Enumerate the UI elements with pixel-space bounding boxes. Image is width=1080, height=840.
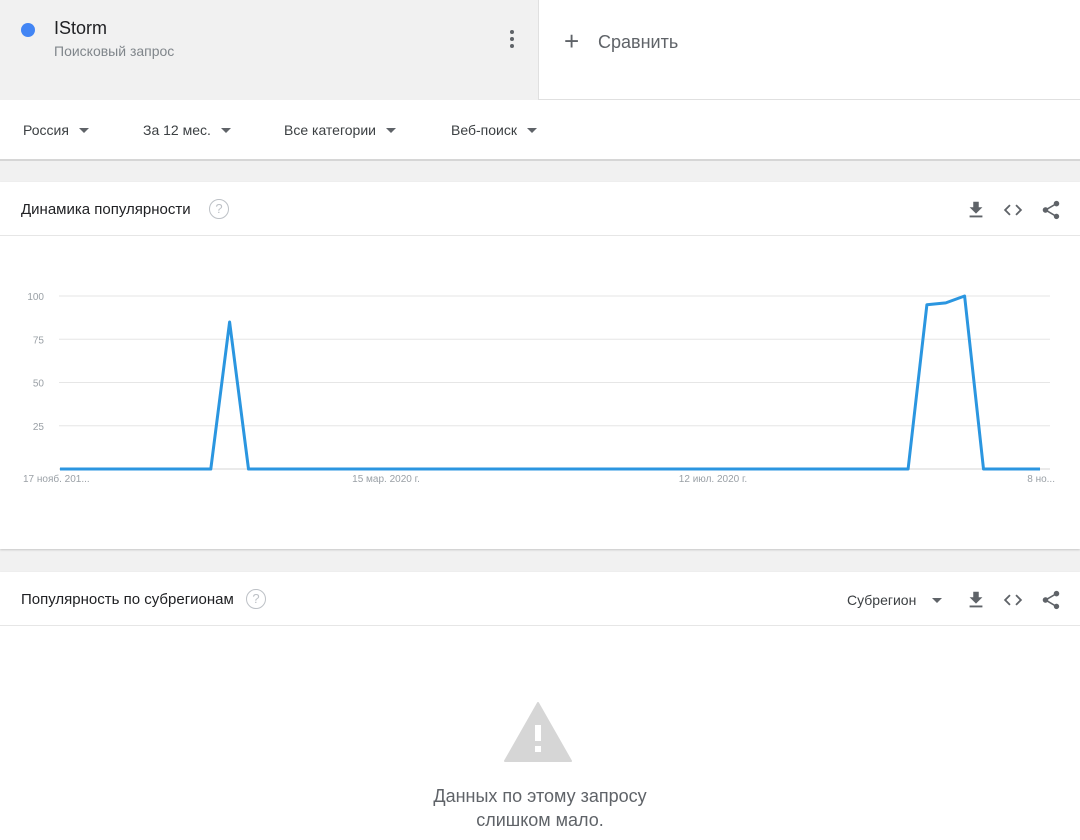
download-icon[interactable]	[965, 199, 987, 221]
term-name: IStorm	[54, 18, 108, 38]
subregion-dropdown-label: Субрегион	[847, 592, 917, 608]
search-type-filter-label: Веб-поиск	[451, 122, 517, 138]
compare-button[interactable]: + Сравнить	[538, 0, 1080, 100]
search-type-filter[interactable]: Веб-поиск	[451, 122, 537, 138]
time-filter[interactable]: За 12 мес.	[143, 122, 231, 138]
caret-down-icon	[932, 597, 943, 603]
warning-icon	[504, 702, 572, 762]
card-header: Популярность по субрегионам ? Субрегион	[0, 572, 1080, 626]
x-tick-label: 15 мар. 2020 г.	[352, 474, 420, 485]
embed-code-icon[interactable]	[1002, 199, 1024, 221]
embed-code-icon[interactable]	[1002, 589, 1024, 611]
y-tick-label: 50	[33, 379, 45, 390]
share-icon[interactable]	[1040, 199, 1062, 221]
time-filter-label: За 12 мес.	[143, 122, 211, 138]
card-header: Динамика популярности ?	[0, 182, 1080, 236]
category-filter[interactable]: Все категории	[284, 122, 396, 138]
caret-down-icon	[385, 127, 396, 133]
trend-chart-svg: 100 75 50 25 17 нояб. 201... 15 мар. 2020 г. 1…	[23, 292, 1055, 485]
category-filter-label: Все категории	[284, 122, 376, 138]
compare-label: Сравнить	[598, 32, 679, 52]
subregion-dropdown[interactable]: Субрегион	[847, 592, 943, 608]
no-data-line-1: Данных по этому запросу	[433, 786, 647, 806]
share-icon[interactable]	[1040, 589, 1062, 611]
y-tick-label: 75	[33, 335, 45, 346]
trend-chart[interactable]: 100 75 50 25 17 нояб. 201... 15 мар. 2020 г. 1…	[0, 237, 1080, 549]
more-vert-icon[interactable]	[504, 28, 520, 50]
caret-down-icon	[220, 127, 231, 133]
no-data-line-2: слишком мало.	[476, 810, 604, 830]
no-data-area: Данных по этому запросу слишком мало.	[0, 626, 1080, 840]
region-filter[interactable]: Россия	[23, 122, 89, 138]
plus-icon: +	[564, 26, 580, 56]
caret-down-icon	[526, 127, 537, 133]
no-data-message: Данных по этому запросу слишком мало.	[0, 784, 1080, 832]
y-tick-label: 25	[33, 422, 45, 433]
search-term-card[interactable]: IStorm Поисковый запрос	[0, 0, 538, 100]
help-icon[interactable]: ?	[246, 589, 266, 609]
region-filter-label: Россия	[23, 122, 69, 138]
interest-over-time-card: Динамика популярности ? 100 75 50 25 17 нояб…	[0, 182, 1080, 549]
term-subtitle: Поисковый запрос	[54, 43, 175, 59]
filter-bar: Россия За 12 мес. Все категории Веб-поис…	[0, 100, 1080, 161]
x-tick-label: 17 нояб. 201...	[23, 473, 90, 485]
download-icon[interactable]	[965, 589, 987, 611]
caret-down-icon	[78, 127, 89, 133]
term-color-dot	[21, 23, 35, 37]
card-title: Популярность по субрегионам	[21, 591, 234, 608]
interest-by-subregion-card: Популярность по субрегионам ? Субрегион …	[0, 572, 1080, 840]
card-title: Динамика популярности	[21, 201, 191, 218]
help-icon[interactable]: ?	[209, 199, 229, 219]
y-tick-label: 100	[27, 292, 44, 303]
x-tick-label: 12 июл. 2020 г.	[679, 474, 747, 485]
search-term-header: IStorm Поисковый запрос + Сравнить	[0, 0, 1080, 100]
x-tick-label: 8 но...	[1027, 474, 1055, 485]
